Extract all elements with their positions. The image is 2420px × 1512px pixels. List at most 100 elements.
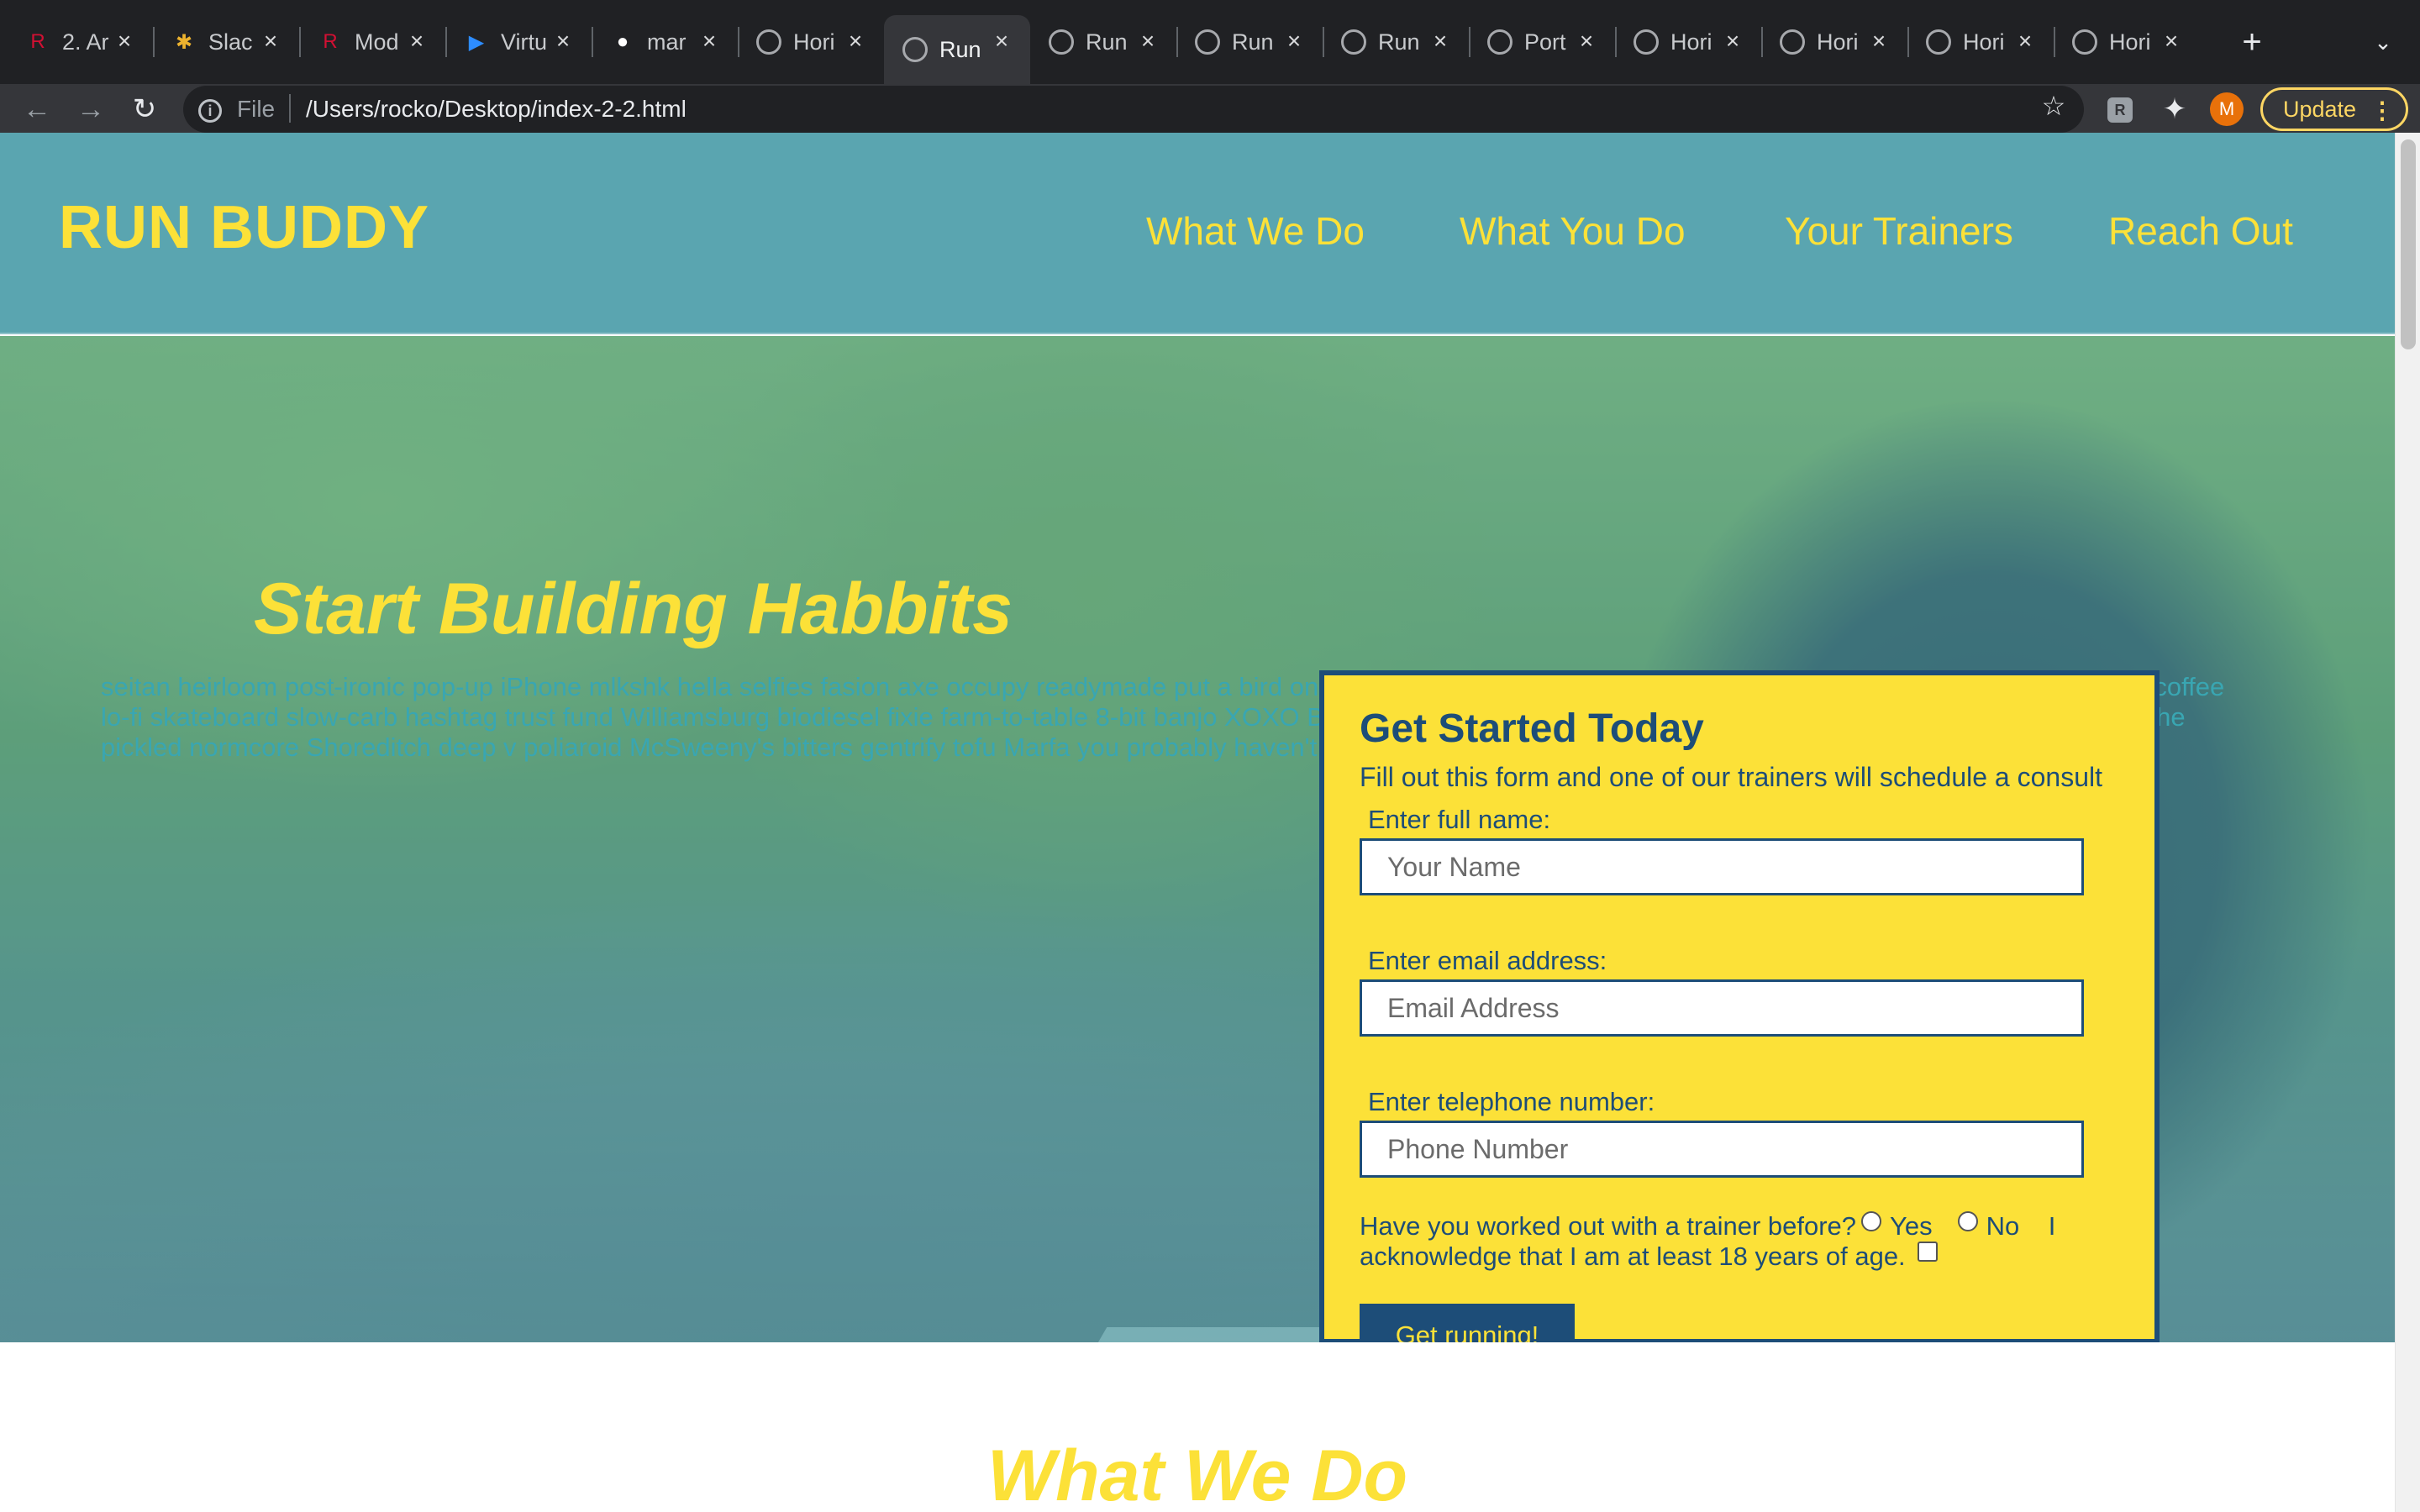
- close-tab-icon[interactable]: ×: [1719, 28, 1746, 55]
- browser-tab-title: Run: [1232, 29, 1274, 55]
- browser-tab-title: Hori: [793, 29, 835, 55]
- page-viewport: RUN BUDDY What We Do What You Do Your Tr…: [0, 133, 2395, 1512]
- site-logo[interactable]: RUN BUDDY: [59, 193, 429, 262]
- address-scheme-label: File: [237, 96, 276, 122]
- close-tab-icon[interactable]: ×: [1427, 28, 1454, 55]
- hero-section: Start Building Habbits seitan heirloom p…: [0, 336, 2395, 1342]
- close-tab-icon[interactable]: ×: [550, 28, 576, 55]
- new-tab-icon[interactable]: +: [2235, 24, 2269, 60]
- name-label: Enter full name:: [1368, 805, 1551, 834]
- browser-tab[interactable]: ● mar ×: [592, 15, 739, 69]
- tab-search-chevron-icon[interactable]: ⌄: [2366, 25, 2400, 59]
- browser-tab-title: Run: [1086, 29, 1128, 55]
- browser-tab-title: Hori: [1817, 29, 1859, 55]
- browser-tab-title: Run: [939, 36, 981, 62]
- browser-tab[interactable]: Run ×: [1176, 15, 1324, 69]
- browser-tab-title: Hori: [2109, 29, 2151, 55]
- yes-radio-label: Yes: [1890, 1211, 1933, 1241]
- globe-icon: [902, 37, 928, 62]
- browser-tab[interactable]: R 2. Ar ×: [7, 15, 155, 69]
- close-tab-icon[interactable]: ×: [1865, 28, 1892, 55]
- browser-tab[interactable]: ✱ Slac ×: [153, 15, 301, 69]
- address-divider: [289, 94, 291, 123]
- reload-icon[interactable]: ↻: [128, 92, 161, 126]
- close-tab-icon[interactable]: ×: [696, 28, 723, 55]
- site-header: RUN BUDDY What We Do What You Do Your Tr…: [0, 133, 2395, 334]
- yes-radio[interactable]: [1861, 1211, 1882, 1231]
- browser-tab[interactable]: Run ×: [1030, 15, 1178, 69]
- globe-icon: [2072, 29, 2097, 55]
- back-arrow-icon[interactable]: ←: [20, 92, 54, 126]
- close-tab-icon[interactable]: ×: [1573, 28, 1600, 55]
- close-tab-icon[interactable]: ×: [988, 28, 1015, 55]
- browser-tab-title: Virtu: [501, 29, 548, 55]
- forward-arrow-icon[interactable]: →: [74, 92, 108, 126]
- email-input[interactable]: [1360, 979, 2084, 1037]
- github-icon: ●: [616, 30, 629, 53]
- globe-icon: [1341, 29, 1366, 55]
- browser-tab[interactable]: Hori ×: [738, 15, 884, 69]
- globe-icon: [1926, 29, 1951, 55]
- get-running-button[interactable]: Get running!: [1360, 1304, 1575, 1342]
- browser-tab[interactable]: Hori ×: [2054, 15, 2200, 69]
- email-label: Enter email address:: [1368, 946, 1607, 975]
- extension-icon[interactable]: R: [2107, 97, 2133, 123]
- globe-icon: [1487, 29, 1512, 55]
- browser-tab-title: mar: [647, 29, 687, 55]
- name-input[interactable]: [1360, 838, 2084, 895]
- globe-icon: [1780, 29, 1805, 55]
- profile-avatar[interactable]: M: [2210, 92, 2244, 126]
- browser-toolbar: ← → ↻ i File /Users/rocko/Desktop/index-…: [0, 84, 2420, 133]
- trainer-question-row: Have you worked out with a trainer befor…: [1360, 1211, 2116, 1272]
- address-url[interactable]: /Users/rocko/Desktop/index-2-2.html: [306, 96, 687, 123]
- hero-title: Start Building Habbits: [254, 569, 1013, 649]
- site-info-icon[interactable]: i: [198, 99, 222, 123]
- browser-tab-title: Mod: [355, 29, 399, 55]
- nav-link-reach-out[interactable]: Reach Out: [2108, 208, 2293, 254]
- nav-link-your-trainers[interactable]: Your Trainers: [1785, 208, 2013, 254]
- nav-link-what-you-do[interactable]: What You Do: [1460, 208, 1686, 254]
- update-button-label: Update: [2283, 96, 2357, 122]
- rutgers-icon: R: [30, 30, 45, 53]
- update-button[interactable]: Update ⋮: [2260, 87, 2408, 131]
- extensions-puzzle-icon[interactable]: ✦: [2158, 92, 2191, 126]
- browser-tab[interactable]: ▶ Virtu ×: [445, 15, 593, 69]
- browser-tab-title: Port: [1524, 29, 1566, 55]
- bookmark-star-icon[interactable]: ☆: [2037, 89, 2070, 123]
- rutgers-icon: R: [323, 30, 338, 53]
- browser-tab[interactable]: Run ×: [884, 15, 1030, 84]
- browser-tab[interactable]: Hori ×: [1907, 15, 2055, 69]
- nav-link-what-we-do[interactable]: What We Do: [1146, 208, 1365, 254]
- globe-icon: [756, 29, 781, 55]
- close-tab-icon[interactable]: ×: [1281, 28, 1307, 55]
- close-tab-icon[interactable]: ×: [257, 28, 284, 55]
- no-radio[interactable]: [1957, 1211, 1978, 1231]
- close-tab-icon[interactable]: ×: [842, 28, 869, 55]
- signup-form: Get Started Today Fill out this form and…: [1319, 670, 2160, 1342]
- slack-icon: ✱: [175, 30, 193, 54]
- phone-input[interactable]: [1360, 1121, 2084, 1178]
- scrollbar-thumb[interactable]: [2401, 139, 2416, 349]
- close-tab-icon[interactable]: ×: [111, 28, 138, 55]
- close-tab-icon[interactable]: ×: [2158, 28, 2185, 55]
- close-tab-icon[interactable]: ×: [2012, 28, 2039, 55]
- page-scrollbar[interactable]: [2395, 133, 2420, 1512]
- zoom-icon: ▶: [468, 30, 485, 54]
- close-tab-icon[interactable]: ×: [403, 28, 430, 55]
- age-ack-checkbox[interactable]: [1917, 1242, 1938, 1262]
- form-subtitle: Fill out this form and one of our traine…: [1360, 762, 2102, 792]
- globe-icon: [1049, 29, 1074, 55]
- browser-tab-title: Hori: [1963, 29, 2005, 55]
- browser-tab[interactable]: Hori ×: [1761, 15, 1909, 69]
- close-tab-icon[interactable]: ×: [1134, 28, 1161, 55]
- browser-tab[interactable]: Hori ×: [1615, 15, 1763, 69]
- browser-tab[interactable]: Port ×: [1469, 15, 1617, 69]
- browser-tab[interactable]: Run ×: [1323, 15, 1470, 69]
- browser-tab-title: 2. Ar: [62, 29, 109, 55]
- browser-tab-title: Slac: [208, 29, 253, 55]
- browser-tab[interactable]: R Mod ×: [299, 15, 447, 69]
- browser-tab-strip: R 2. Ar × ✱ Slac × R Mod × ▶ Virtu × ● mar × Hori × Run × R…: [0, 0, 2420, 84]
- globe-icon: [1634, 29, 1659, 55]
- trainer-question-label: Have you worked out with a trainer befor…: [1360, 1211, 1857, 1241]
- browser-menu-icon[interactable]: ⋮: [2370, 97, 2394, 124]
